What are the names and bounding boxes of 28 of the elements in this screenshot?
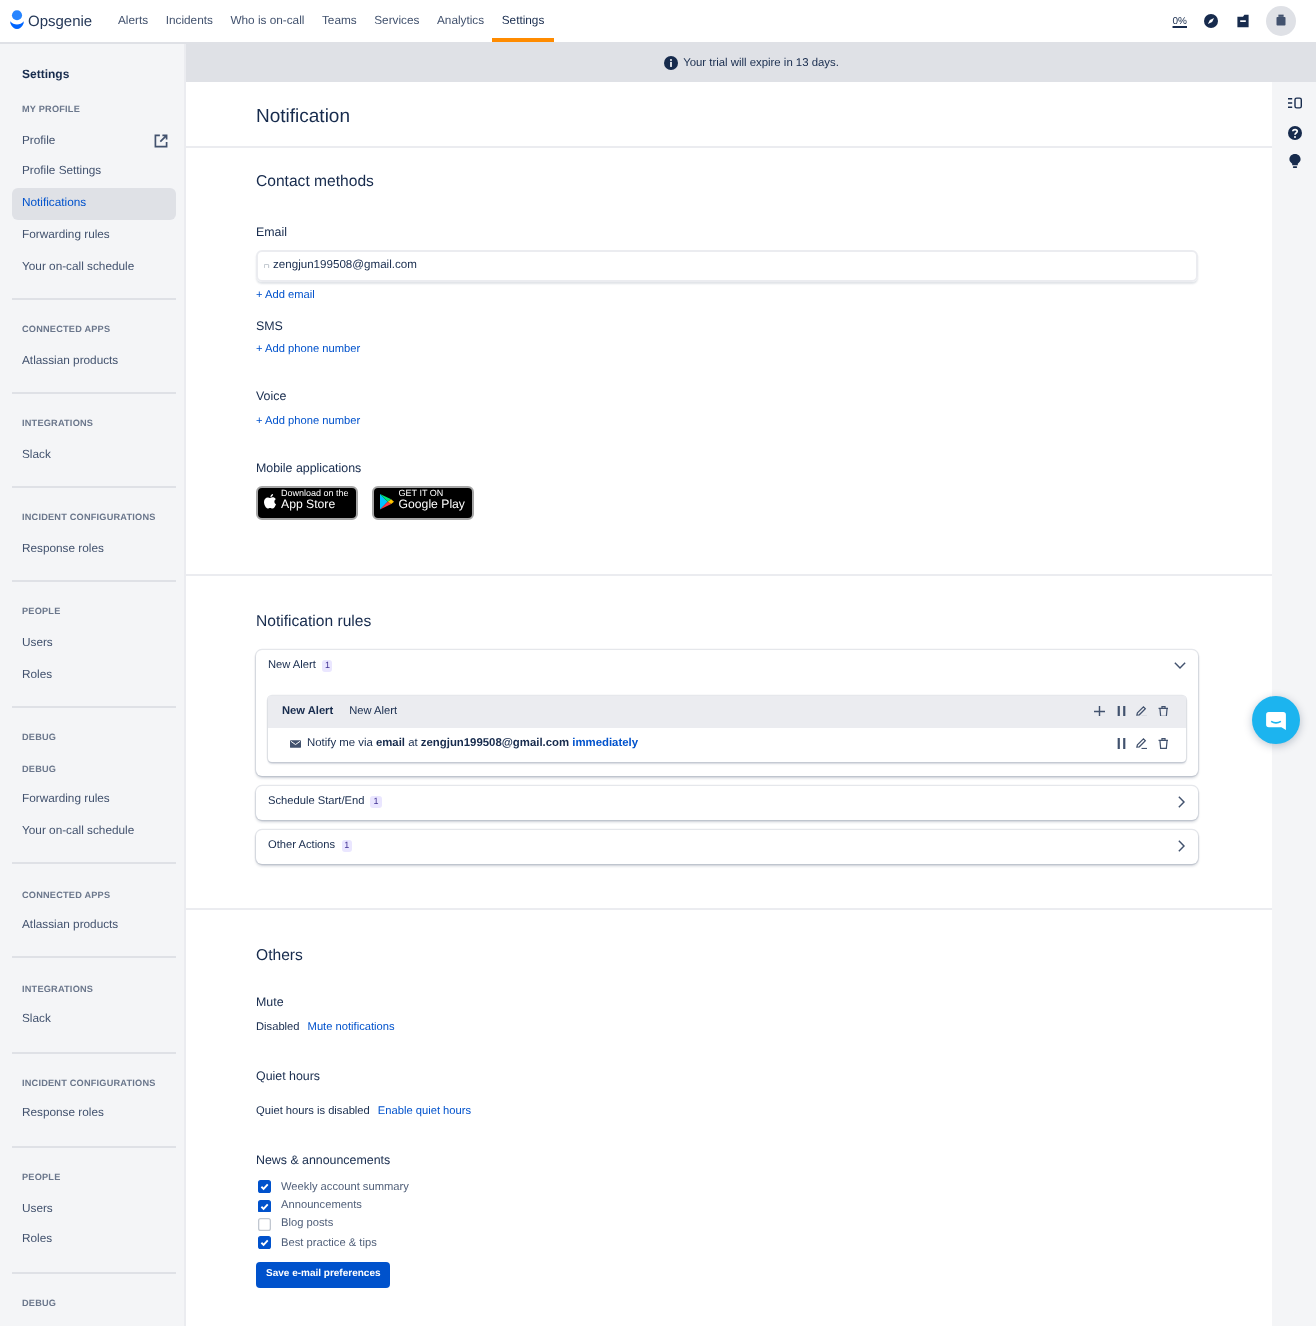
help-icon[interactable]: [1287, 125, 1301, 139]
page-title: Notification: [256, 106, 352, 130]
chevron-right-icon[interactable]: [1178, 796, 1186, 809]
checkbox[interactable]: [258, 1180, 271, 1194]
lightbulb-icon[interactable]: [1287, 154, 1301, 168]
trash-icon[interactable]: [1157, 738, 1168, 750]
pencil-icon[interactable]: [1136, 738, 1147, 750]
pause-icon[interactable]: [1115, 738, 1126, 750]
checkbox[interactable]: [258, 1218, 271, 1232]
avatar-icon[interactable]: [1266, 6, 1296, 36]
info-icon: [663, 56, 678, 70]
play-triangle-icon: [379, 494, 394, 510]
panel-icon[interactable]: [1287, 96, 1301, 110]
envelope-icon: [290, 740, 301, 749]
checkbox[interactable]: [258, 1236, 271, 1250]
chevron-down-icon[interactable]: [1174, 662, 1186, 670]
trash-icon[interactable]: [1157, 705, 1168, 717]
external-link-icon[interactable]: [154, 134, 168, 149]
plus-icon[interactable]: [1094, 705, 1105, 717]
pencil-icon[interactable]: [1136, 705, 1147, 717]
box-icon[interactable]: [1235, 14, 1249, 28]
pause-icon[interactable]: [1115, 705, 1126, 717]
chat-bubble-icon: [1266, 711, 1286, 729]
logo-icon: [10, 10, 24, 32]
apple-logo-icon: [264, 494, 276, 510]
checkbox[interactable]: [258, 1199, 271, 1213]
chevron-right-icon[interactable]: [1178, 840, 1186, 853]
compass-icon[interactable]: [1204, 14, 1218, 28]
